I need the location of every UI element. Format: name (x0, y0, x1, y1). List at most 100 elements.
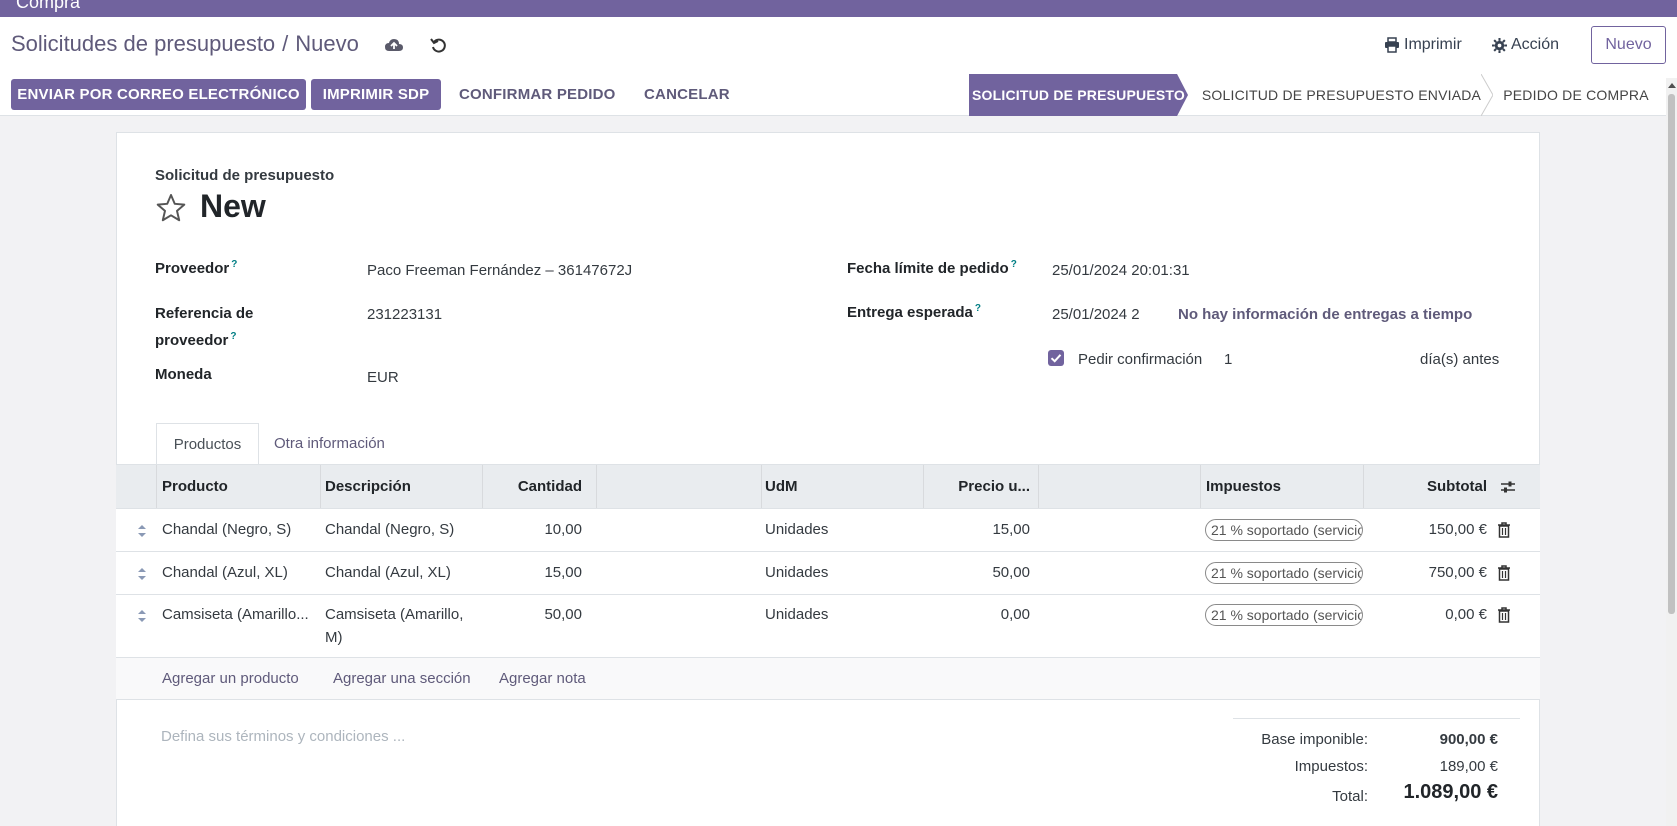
cancel-button[interactable]: CANCELAR (644, 79, 730, 110)
stage-rfq-sent[interactable]: SOLICITUD DE PRESUPUESTO ENVIADA (1190, 74, 1493, 116)
trash-icon[interactable] (1497, 522, 1511, 538)
add-line-row: Agregar un producto Agregar una sección … (116, 658, 1540, 700)
vendor-reference-label: Referencia de proveedor? (155, 305, 254, 349)
breadcrumb-separator: / (282, 31, 289, 56)
breadcrumb-current: Nuevo (295, 31, 359, 56)
discard-changes-icon[interactable] (429, 36, 449, 56)
new-record-button[interactable]: Nuevo (1591, 26, 1666, 64)
row-description[interactable]: Chandal (Negro, S) (325, 519, 454, 541)
row-description[interactable]: Camsiseta (Amarillo, (325, 604, 463, 626)
row-unit-price[interactable]: 50,00 (928, 562, 1030, 584)
scroll-up-arrow[interactable] (1668, 83, 1676, 88)
days-before-label: día(s) antes (1420, 351, 1500, 368)
terms-and-conditions-input[interactable]: Defina sus términos y condiciones ... (161, 728, 405, 745)
vendor-field[interactable]: Paco Freeman Fernández – 36147672J (367, 262, 632, 279)
scroll-thumb[interactable] (1668, 94, 1675, 614)
row-quantity[interactable]: 10,00 (486, 519, 582, 541)
col-description[interactable]: Descripción (325, 465, 411, 508)
row-uom[interactable]: Unidades (765, 519, 828, 541)
row-subtotal: 750,00 € (1428, 564, 1487, 581)
currency-label: Moneda (155, 366, 212, 383)
app-name[interactable]: Compra (16, 0, 80, 13)
vendor-help[interactable]: ? (231, 259, 237, 270)
column-settings-icon[interactable] (1500, 479, 1516, 495)
add-note-link[interactable]: Agregar nota (499, 670, 586, 687)
top-navbar: Compra (0, 0, 1677, 17)
row-uom[interactable]: Unidades (765, 604, 828, 626)
tab-products[interactable]: Productos (156, 423, 259, 464)
cloud-save-icon[interactable] (384, 36, 404, 56)
untaxed-amount-label: Base imponible: (1261, 731, 1368, 748)
gear-icon (1492, 37, 1507, 53)
col-uom[interactable]: UdM (765, 465, 798, 508)
on-time-info-link[interactable]: No hay información de entregas a tiempo (1178, 306, 1472, 323)
check-icon (1050, 354, 1062, 363)
document-type-label: Solicitud de presupuesto (155, 167, 335, 184)
table-row[interactable]: Camsiseta (Amarillo... Camsiseta (Amaril… (116, 595, 1540, 658)
trash-icon[interactable] (1497, 607, 1511, 623)
row-subtotal: 150,00 € (1428, 521, 1487, 538)
stage-purchase-order[interactable]: PEDIDO DE COMPRA (1496, 74, 1656, 116)
row-quantity[interactable]: 15,00 (486, 562, 582, 584)
action-label: Acción (1511, 36, 1560, 53)
print-menu-button[interactable]: Imprimir (1384, 36, 1462, 54)
breadcrumb-parent[interactable]: Solicitudes de presupuesto (11, 31, 275, 57)
add-section-link[interactable]: Agregar una sección (333, 670, 471, 687)
drag-handle-icon[interactable] (137, 524, 147, 538)
taxes-label: Impuestos: (1294, 758, 1368, 775)
total-label: Total: (1332, 788, 1368, 805)
row-product[interactable]: Camsiseta (Amarillo... (162, 604, 309, 626)
vendor-reference-help[interactable]: ? (230, 331, 236, 342)
row-description[interactable]: Chandal (Azul, XL) (325, 562, 451, 584)
order-lines-header: Producto Descripción Cantidad UdM Precio… (116, 464, 1540, 509)
taxes-value: 189,00 € (1439, 758, 1498, 775)
row-tax-tag[interactable]: 21 % soportado (servicios) (1205, 562, 1363, 584)
vendor-reference-field[interactable]: 231223131 (367, 306, 442, 323)
print-label: Imprimir (1404, 36, 1462, 53)
order-deadline-label: Fecha límite de pedido? (847, 259, 1017, 277)
send-email-button[interactable]: ENVIAR POR CORREO ELECTRÓNICO (11, 79, 306, 110)
confirmation-days-field[interactable]: 1 (1224, 351, 1232, 368)
col-taxes[interactable]: Impuestos (1206, 465, 1281, 508)
currency-field[interactable]: EUR (367, 369, 399, 386)
expected-arrival-help[interactable]: ? (975, 303, 981, 314)
row-description-line2[interactable]: M) (325, 627, 343, 649)
tab-other-info[interactable]: Otra información (274, 423, 385, 464)
drag-handle-icon[interactable] (137, 609, 147, 623)
col-quantity[interactable]: Cantidad (486, 465, 582, 508)
table-row[interactable]: Chandal (Azul, XL) Chandal (Azul, XL) 15… (116, 552, 1540, 595)
row-unit-price[interactable]: 15,00 (928, 519, 1030, 541)
add-product-link[interactable]: Agregar un producto (162, 670, 299, 687)
stage-divider (1481, 74, 1493, 116)
order-deadline-field[interactable]: 25/01/2024 20:01:31 (1052, 262, 1190, 279)
record-name[interactable]: New (200, 188, 266, 225)
stage-rfq[interactable]: SOLICITUD DE PRESUPUESTO (969, 74, 1188, 116)
row-unit-price[interactable]: 0,00 (928, 604, 1030, 626)
star-favorite-icon[interactable] (155, 193, 187, 223)
table-row[interactable]: Chandal (Negro, S) Chandal (Negro, S) 10… (116, 509, 1540, 552)
row-uom[interactable]: Unidades (765, 562, 828, 584)
row-product[interactable]: Chandal (Azul, XL) (162, 562, 288, 584)
drag-handle-icon[interactable] (137, 567, 147, 581)
page-scrollbar[interactable] (1666, 78, 1677, 826)
untaxed-amount-value: 900,00 € (1439, 731, 1498, 748)
printer-icon (1385, 37, 1399, 53)
total-value: 1.089,00 € (1403, 781, 1498, 803)
breadcrumb: Solicitudes de presupuesto / Nuevo (11, 31, 359, 57)
col-unit-price[interactable]: Precio u... (928, 465, 1030, 508)
action-menu-button[interactable]: Acción (1492, 36, 1559, 54)
print-rfq-button[interactable]: IMPRIMIR SDP (311, 79, 441, 110)
row-product[interactable]: Chandal (Negro, S) (162, 519, 291, 541)
confirm-order-button[interactable]: CONFIRMAR PEDIDO (459, 79, 616, 110)
expected-arrival-label: Entrega esperada? (847, 303, 981, 321)
col-subtotal[interactable]: Subtotal (1366, 465, 1487, 508)
expected-arrival-field[interactable]: 25/01/2024 2 (1052, 306, 1140, 323)
row-subtotal: 0,00 € (1445, 606, 1487, 623)
col-product[interactable]: Producto (162, 465, 228, 508)
trash-icon[interactable] (1497, 565, 1511, 581)
ask-confirmation-checkbox[interactable] (1048, 350, 1064, 366)
row-tax-tag[interactable]: 21 % soportado (servicios) (1205, 519, 1363, 541)
row-quantity[interactable]: 50,00 (486, 604, 582, 626)
row-tax-tag[interactable]: 21 % soportado (servicios) (1205, 604, 1363, 626)
order-deadline-help[interactable]: ? (1011, 259, 1017, 270)
